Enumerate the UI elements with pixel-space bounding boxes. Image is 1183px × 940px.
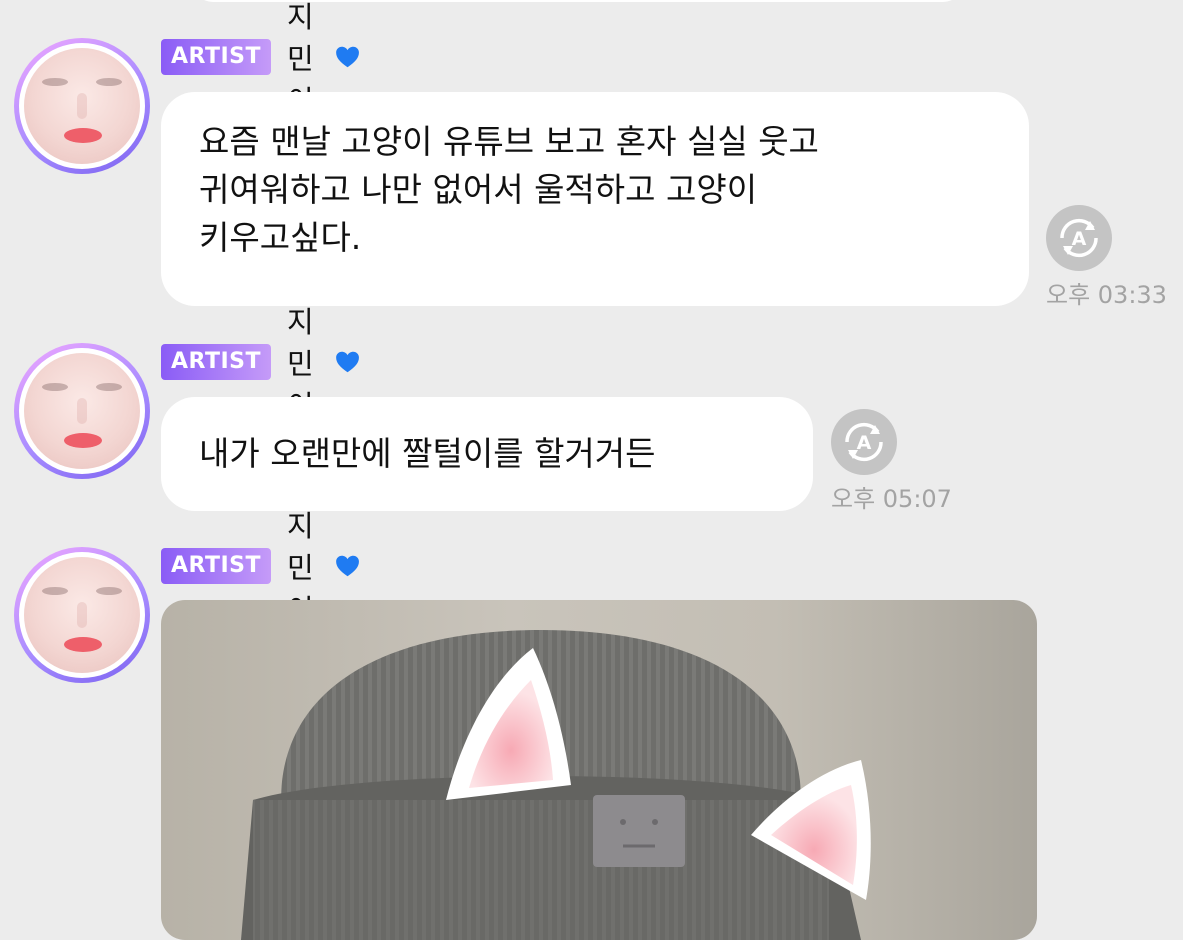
message-meta: A 오후 03:33 — [1046, 205, 1167, 310]
message-line: 귀여워하고 나만 없어서 울적하고 고양이 — [199, 170, 758, 209]
sender-row: ARTIST 지민이 — [161, 0, 360, 118]
message-time: 오후 03:33 — [1046, 281, 1167, 309]
translate-icon[interactable]: A — [831, 409, 897, 475]
message-line: 내가 오랜만에 짤털이를 할거거든 — [199, 434, 656, 473]
message-line: 요즘 맨날 고양이 유튜브 보고 혼자 실실 웃고 — [199, 122, 819, 161]
sender-row: ARTIST 지민이 — [161, 305, 360, 423]
avatar[interactable] — [14, 38, 150, 174]
photo-cat-ear-beanie[interactable] — [161, 600, 1037, 940]
message-time: 오후 05:07 — [831, 485, 952, 513]
blue-heart-icon — [335, 46, 359, 68]
artist-badge: ARTIST — [161, 39, 272, 75]
blue-heart-icon — [335, 555, 359, 577]
translate-icon[interactable]: A — [1046, 205, 1112, 271]
blue-heart-icon — [335, 351, 359, 373]
message-bubble[interactable]: 요즘 맨날 고양이 유튜브 보고 혼자 실실 웃고 귀여워하고 나만 없어서 울… — [161, 92, 1029, 306]
sender-row: ARTIST 지민이 — [161, 509, 360, 627]
beanie-illustration — [241, 630, 871, 940]
message-meta: A 오후 05:07 — [831, 409, 952, 514]
artist-badge: ARTIST — [161, 548, 272, 584]
svg-text:A: A — [857, 432, 872, 454]
artist-badge: ARTIST — [161, 344, 272, 380]
svg-text:A: A — [1072, 228, 1087, 250]
message-bubble[interactable]: 내가 오랜만에 짤털이를 할거거든 — [161, 397, 813, 511]
avatar[interactable] — [14, 343, 150, 479]
avatar[interactable] — [14, 547, 150, 683]
message-line: 키우고싶다. — [199, 218, 362, 257]
